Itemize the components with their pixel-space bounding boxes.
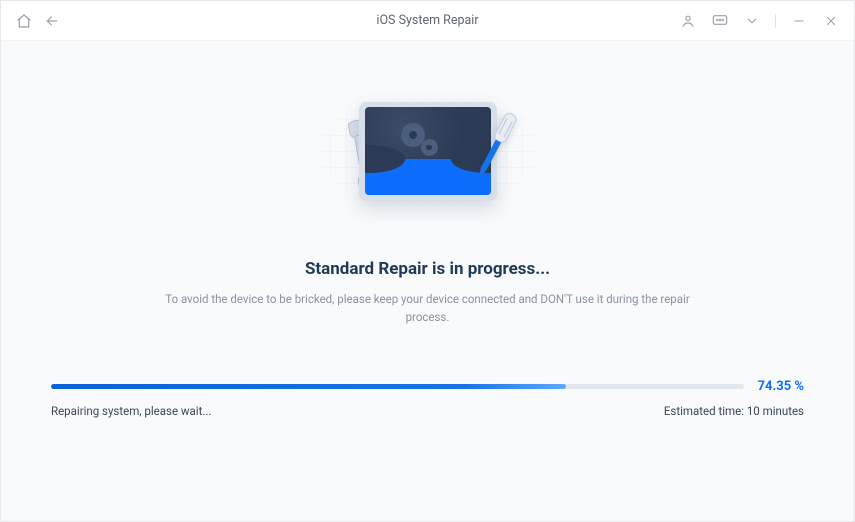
home-icon[interactable] — [15, 12, 33, 30]
repair-illustration — [298, 71, 558, 231]
titlebar-divider — [775, 14, 776, 28]
progress-subtext: To avoid the device to be bricked, pleas… — [158, 291, 698, 327]
progress-percent: 74.35 % — [758, 379, 804, 394]
titlebar-left — [15, 12, 61, 30]
screwdriver-icon — [466, 107, 514, 197]
main-content: Standard Repair is in progress... To avo… — [1, 41, 854, 521]
gear-icon — [403, 125, 423, 145]
minimize-icon[interactable] — [790, 12, 808, 30]
progress-track — [51, 384, 744, 389]
feedback-icon[interactable] — [711, 12, 729, 30]
progress-heading: Standard Repair is in progress... — [305, 259, 550, 279]
chevron-down-icon[interactable] — [743, 12, 761, 30]
titlebar-right — [679, 12, 840, 30]
progress-estimated-time: Estimated time: 10 minutes — [664, 404, 804, 418]
back-icon[interactable] — [43, 12, 61, 30]
titlebar: iOS System Repair — [1, 1, 854, 41]
progress-status-text: Repairing system, please wait... — [51, 404, 211, 418]
progress-fill — [51, 384, 566, 389]
close-icon[interactable] — [822, 12, 840, 30]
account-icon[interactable] — [679, 12, 697, 30]
gear-icon-small — [423, 141, 436, 154]
progress-meta: Repairing system, please wait... Estimat… — [51, 404, 804, 418]
progress-bar-row: 74.35 % — [51, 379, 804, 394]
